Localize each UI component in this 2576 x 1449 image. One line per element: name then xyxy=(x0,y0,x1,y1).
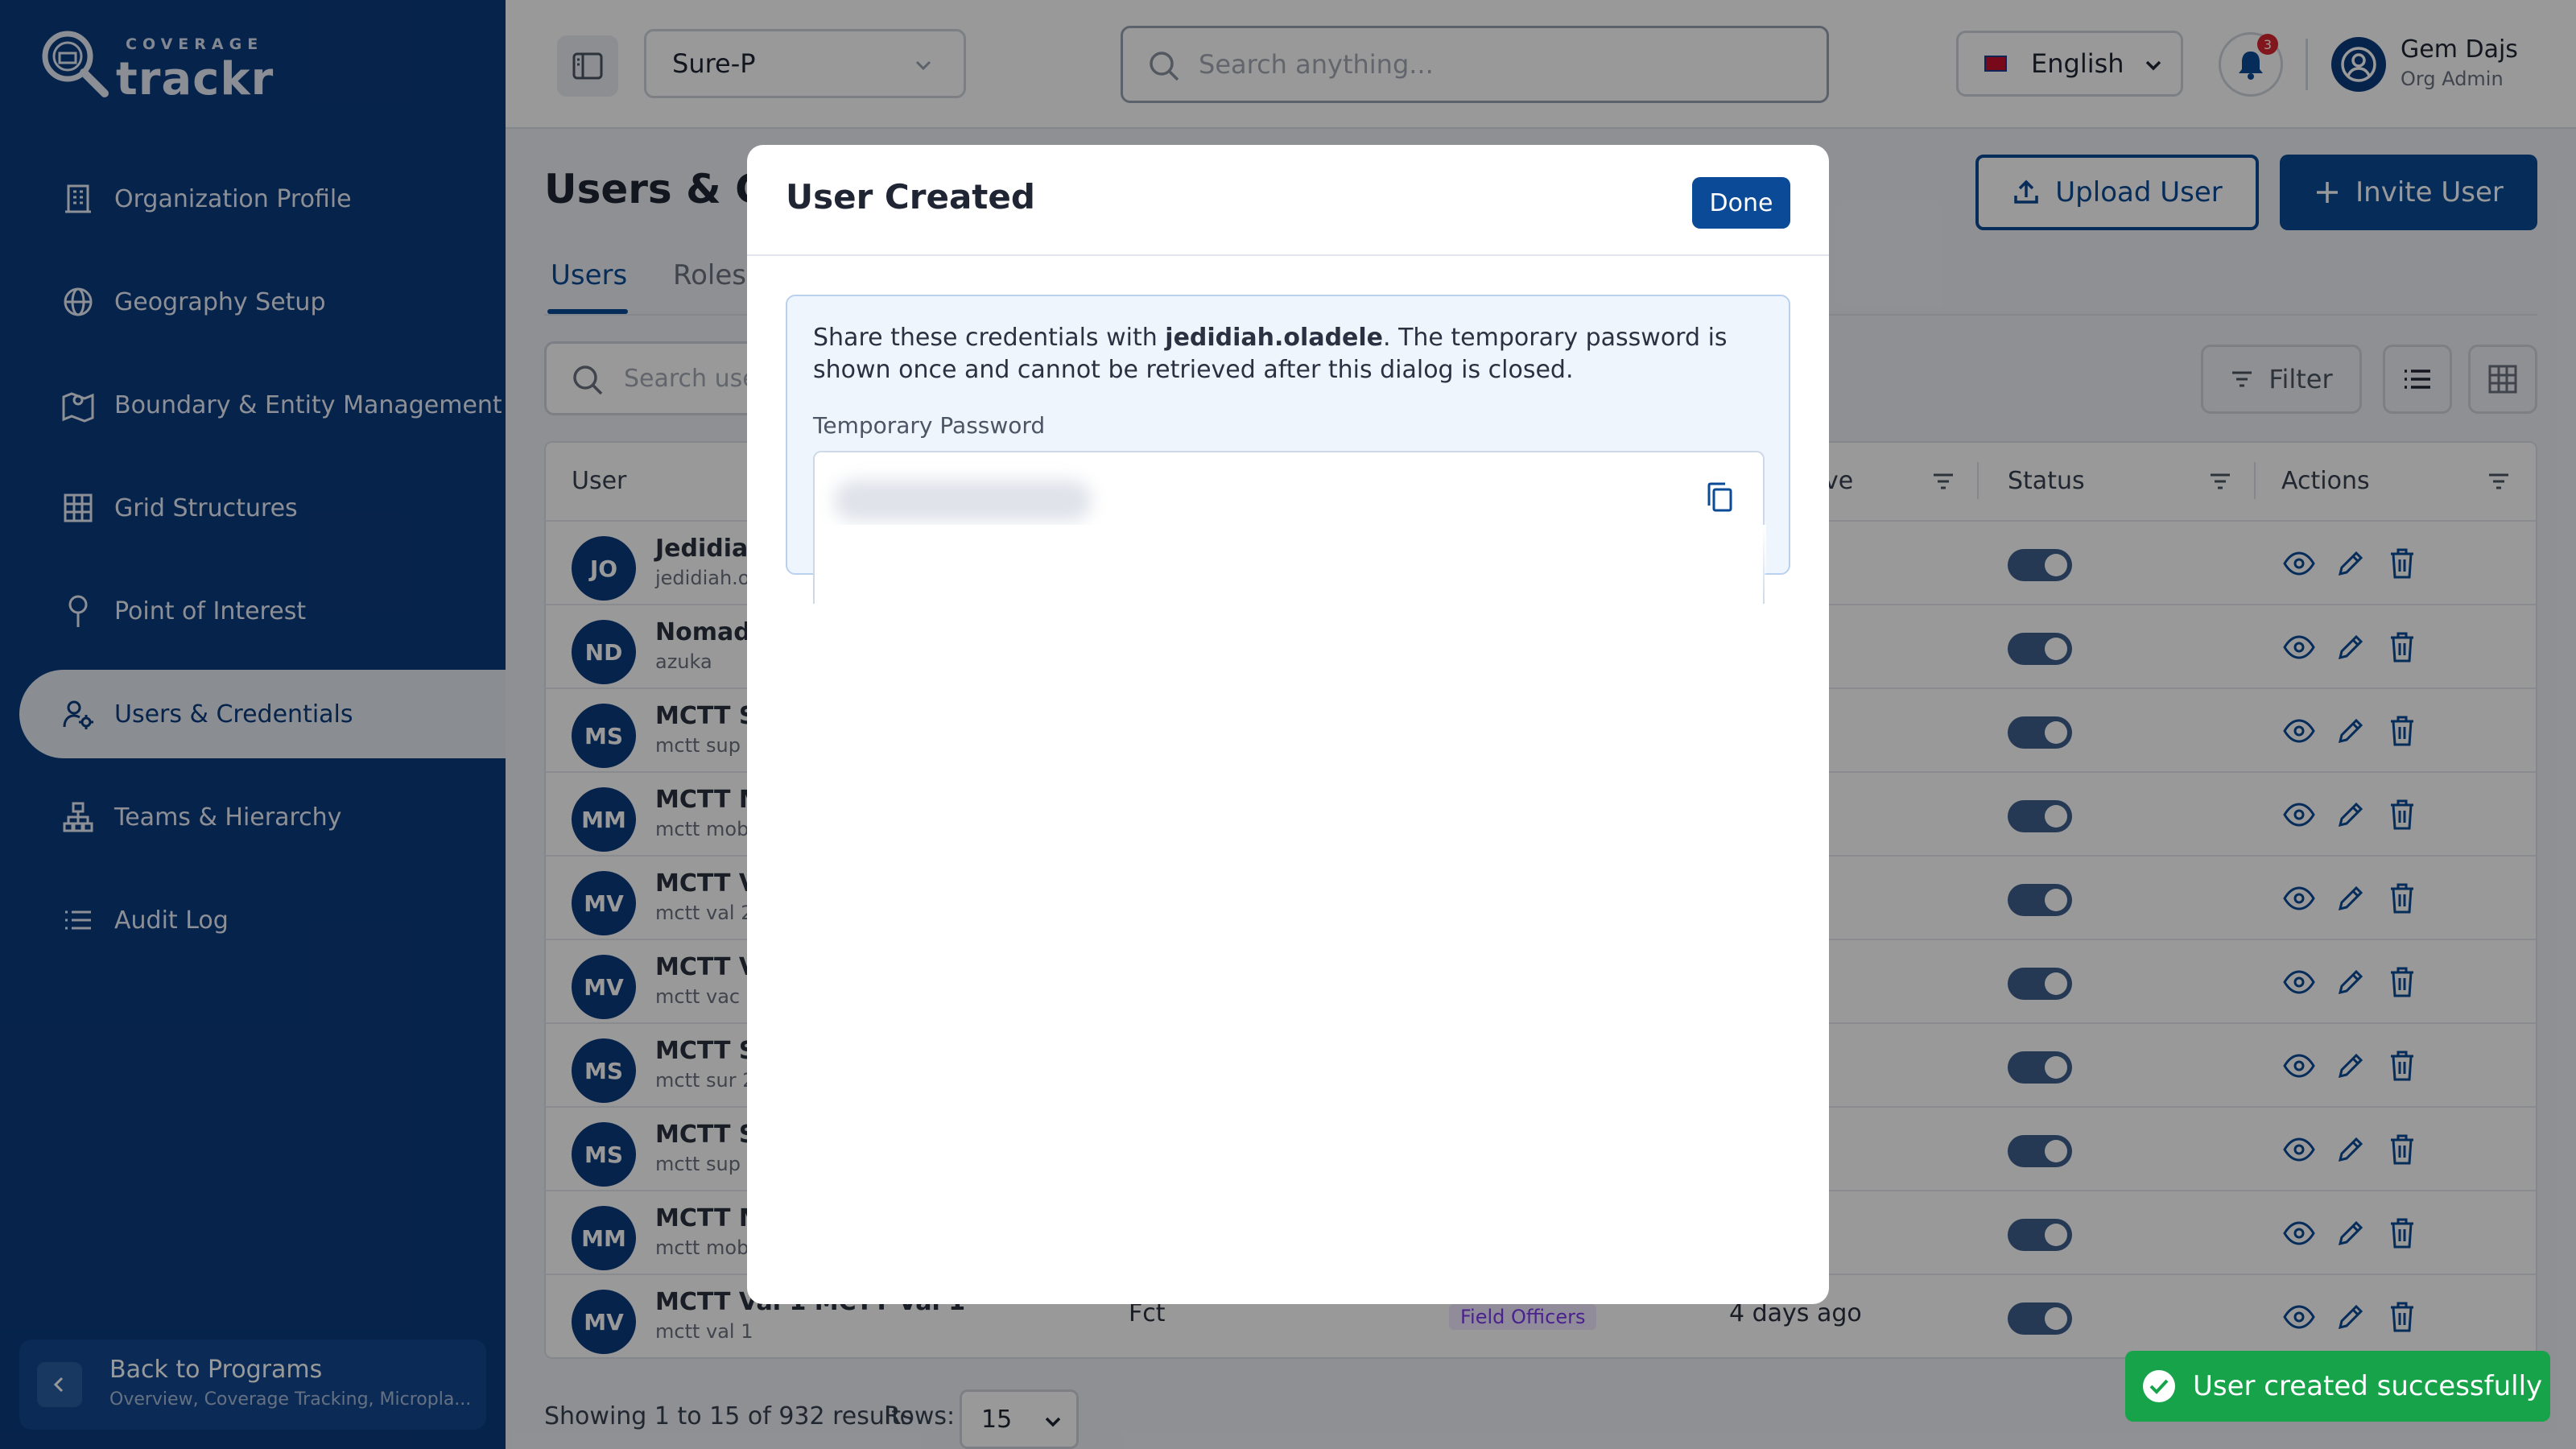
username-highlight: jedidiah.oladele xyxy=(1165,324,1384,352)
message-prefix: Share these credentials with xyxy=(813,324,1166,352)
masked-password-value xyxy=(834,480,1092,522)
password-fade xyxy=(815,525,1766,605)
temporary-password-field[interactable] xyxy=(813,451,1766,605)
check-circle-icon xyxy=(2143,1370,2175,1402)
copy-icon xyxy=(1707,482,1732,512)
credentials-message: Share these credentials with jedidiah.ol… xyxy=(813,322,1763,386)
user-created-dialog: User Created Done Share these credential… xyxy=(747,145,1829,1304)
dialog-divider xyxy=(747,254,1829,256)
credentials-panel: Share these credentials with jedidiah.ol… xyxy=(786,295,1790,605)
copy-password-button[interactable] xyxy=(1702,480,1737,515)
temporary-password-label: Temporary Password xyxy=(813,412,1046,439)
done-button[interactable]: Done xyxy=(1692,177,1790,229)
dialog-title: User Created xyxy=(786,177,1035,217)
success-toast[interactable]: User created successfully xyxy=(2125,1351,2550,1422)
toast-message: User created successfully xyxy=(2193,1370,2543,1402)
